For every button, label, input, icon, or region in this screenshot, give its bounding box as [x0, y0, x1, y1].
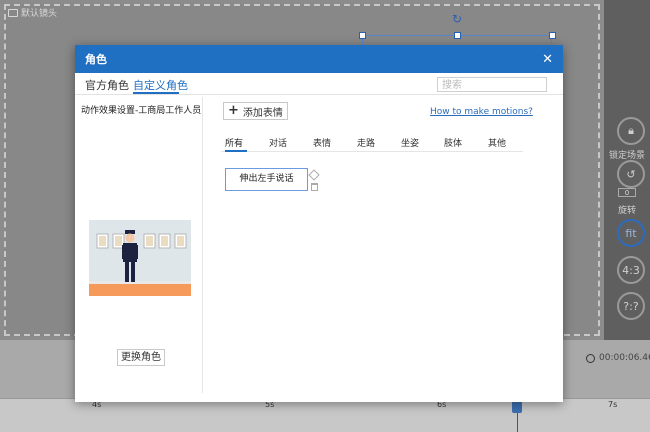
- character-pane: 动作效果设置-工商局工作人员 更换角色: [75, 97, 203, 393]
- tab-expression[interactable]: 表情: [313, 136, 331, 149]
- add-expression-label: 添加表情: [242, 107, 283, 119]
- tab-body[interactable]: 肢体: [444, 136, 462, 149]
- rotate-value[interactable]: 0: [618, 188, 636, 197]
- motion-item[interactable]: 伸出左手说话: [225, 168, 308, 191]
- dialog-title: 角色: [85, 53, 107, 66]
- lock-label: 锁定场景: [608, 151, 645, 161]
- rotate-label: 旋转: [617, 206, 636, 216]
- lock-icon[interactable]: 🔒︎: [617, 117, 645, 145]
- add-expression-button[interactable]: + 添加表情: [223, 102, 288, 120]
- active-category-underline: [225, 150, 247, 152]
- rotate-handle-icon[interactable]: ↻: [452, 12, 462, 26]
- edit-icon[interactable]: [308, 169, 320, 181]
- ruler-tick: 7s: [608, 400, 618, 409]
- time-display: 00:00:06.46: [586, 353, 650, 363]
- stage-label: 默认镜头: [21, 9, 58, 19]
- tab-official-characters[interactable]: 官方角色: [85, 77, 129, 93]
- ratio-button[interactable]: 4:3: [617, 256, 645, 284]
- dialog-header: 角色 ✕: [75, 45, 563, 73]
- rotate-icon[interactable]: ↺: [617, 160, 645, 188]
- camera-icon: [8, 8, 18, 17]
- playhead-handle[interactable]: [512, 401, 522, 413]
- motion-categories: 所有 对话 表情 走路 坐姿 肢体 其他: [221, 136, 523, 152]
- custom-ratio-button[interactable]: ?:?: [617, 292, 645, 320]
- resize-handle[interactable]: [549, 32, 556, 39]
- time-value: 00:00:06.46: [599, 353, 650, 363]
- trash-icon[interactable]: [311, 183, 318, 191]
- tab-dialogue[interactable]: 对话: [269, 136, 287, 149]
- tab-sitting[interactable]: 坐姿: [401, 136, 419, 149]
- resize-handle[interactable]: [454, 32, 461, 39]
- close-icon[interactable]: ✕: [542, 52, 553, 67]
- clock-icon: [586, 353, 595, 363]
- howto-link[interactable]: How to make motions?: [430, 107, 533, 117]
- resize-handle[interactable]: [359, 32, 366, 39]
- plus-icon: +: [228, 103, 239, 118]
- dialog-tabs: 官方角色 自定义角色: [75, 73, 563, 95]
- search-input[interactable]: [438, 79, 546, 92]
- tab-custom-characters[interactable]: 自定义角色: [133, 77, 188, 93]
- active-tab-underline: [133, 92, 179, 94]
- search-box[interactable]: [437, 77, 547, 92]
- tab-other[interactable]: 其他: [488, 136, 506, 149]
- default-lens: 默认镜头: [8, 6, 57, 19]
- tab-all[interactable]: 所有: [225, 136, 243, 149]
- change-character-button[interactable]: 更换角色: [117, 349, 165, 366]
- character-preview: [89, 220, 191, 296]
- tab-walking[interactable]: 走路: [357, 136, 375, 149]
- fit-button[interactable]: fit: [617, 219, 645, 247]
- character-name: 动作效果设置-工商局工作人员: [81, 106, 202, 116]
- character-dialog: 角色 ✕ 官方角色 自定义角色 动作效果设置-工商局工作人员: [75, 45, 563, 402]
